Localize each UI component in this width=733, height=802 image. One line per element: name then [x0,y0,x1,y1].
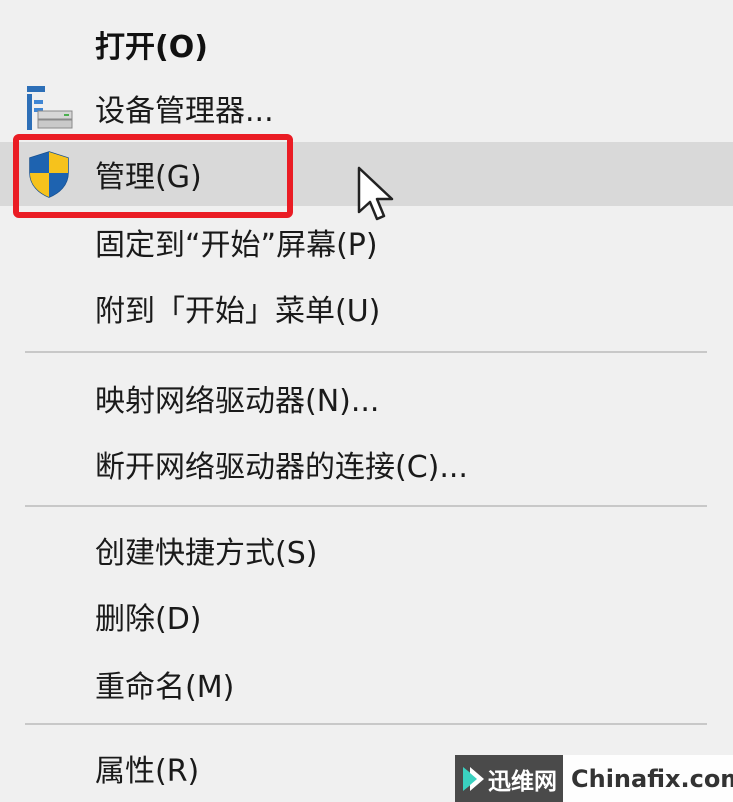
menu-item-label: 附到「开始」菜单(U) [95,294,381,329]
menu-item-disconnect-network-drive[interactable]: 断开网络驱动器的连接(C)... [0,432,733,496]
menu-item-rename[interactable]: 重命名(M) [0,652,733,716]
watermark: 迅维网 Chinafix.com [455,755,733,802]
menu-item-label: 创建快捷方式(S) [95,536,318,571]
menu-item-create-shortcut[interactable]: 创建快捷方式(S) [0,518,733,582]
menu-item-open[interactable]: 打开(O) [0,12,733,76]
menu-item-attach-to-start-menu[interactable]: 附到「开始」菜单(U) [0,276,733,340]
menu-item-delete[interactable]: 删除(D) [0,584,733,648]
menu-item-map-network-drive[interactable]: 映射网络驱动器(N)... [0,366,733,430]
watermark-site: Chinafix.com [571,764,733,793]
watermark-brand: 迅维网 [488,768,557,795]
menu-item-label: 删除(D) [95,602,202,637]
menu-separator [25,723,707,725]
annotation-highlight-box [13,134,293,218]
menu-separator [25,505,707,507]
menu-item-label: 打开(O) [95,30,208,65]
menu-separator [25,351,707,353]
menu-item-device-manager[interactable]: 设备管理器... [0,76,733,140]
menu-item-label: 映射网络驱动器(N)... [95,384,380,419]
context-menu: 打开(O) 设备管理器... 管理(G) 固定到“开始”屏幕(P) 附到「开始」… [0,0,733,802]
menu-item-label: 固定到“开始”屏幕(P) [95,228,378,263]
menu-item-label: 断开网络驱动器的连接(C)... [95,450,468,485]
watermark-logo: 迅维网 [455,755,563,802]
menu-item-label: 属性(R) [95,754,200,789]
mouse-cursor-icon [356,166,396,226]
menu-item-label: 设备管理器... [95,94,274,129]
menu-item-label: 重命名(M) [95,670,235,705]
watermark-logo-icon [463,767,484,791]
device-manager-icon [24,83,74,133]
